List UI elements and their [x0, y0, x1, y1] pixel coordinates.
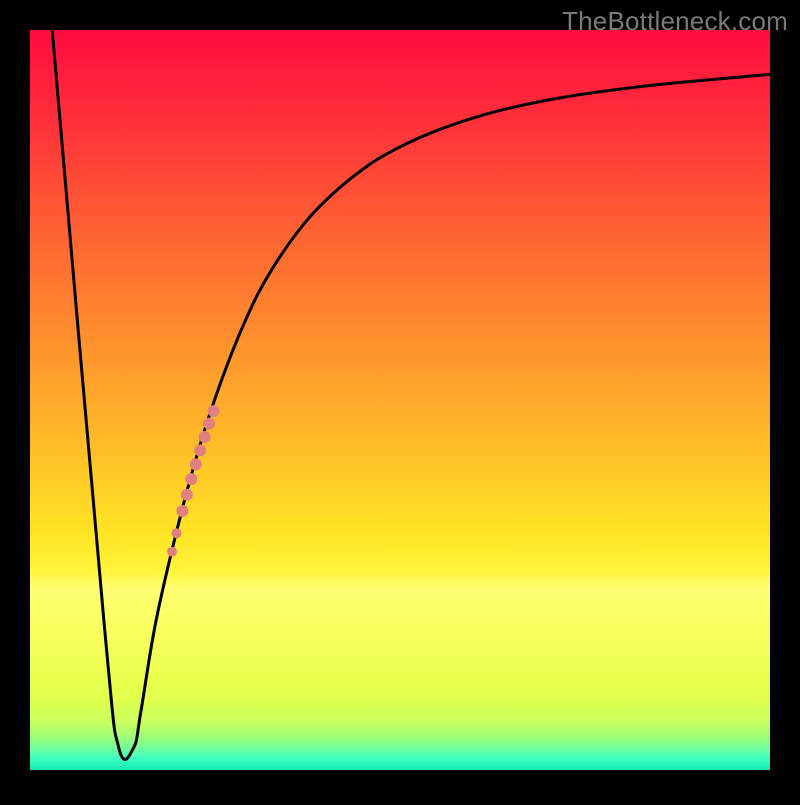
data-marker [203, 418, 215, 430]
data-marker [194, 444, 206, 456]
gradient-background [30, 30, 770, 770]
data-marker [181, 489, 193, 501]
chart-frame: TheBottleneck.com [0, 0, 800, 800]
watermark-text: TheBottleneck.com [562, 6, 788, 37]
data-marker [176, 505, 188, 517]
data-marker [190, 458, 202, 470]
data-marker [185, 473, 197, 485]
data-marker [167, 547, 177, 557]
data-marker [172, 528, 182, 538]
data-marker [199, 431, 211, 443]
bottleneck-chart-svg [0, 0, 800, 800]
data-marker [208, 405, 220, 417]
